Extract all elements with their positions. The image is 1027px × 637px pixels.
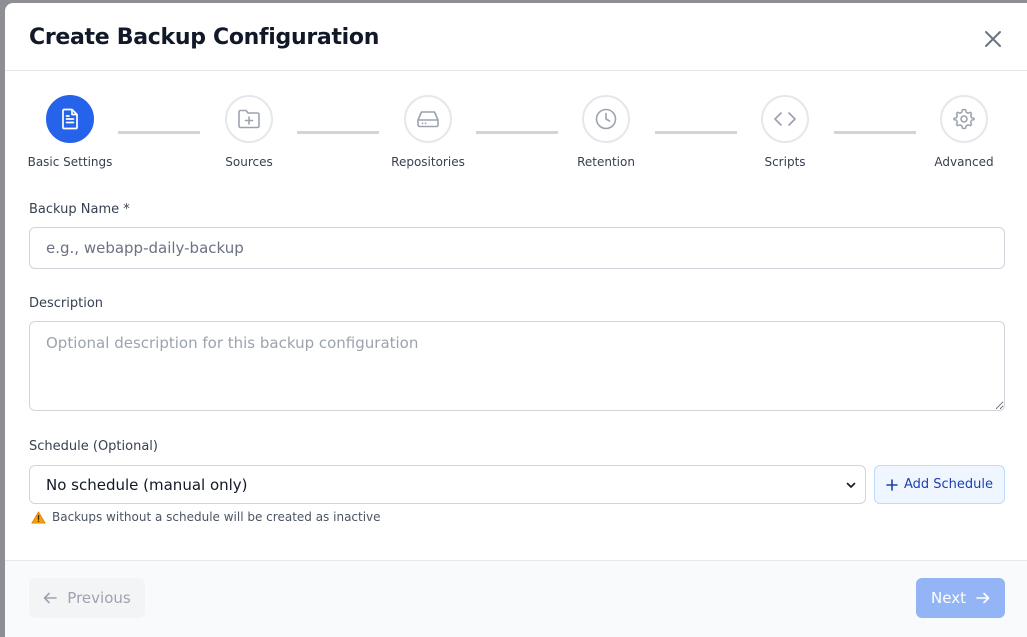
step-indicator: Basic Settings Sources Repositories Rete… — [5, 95, 1027, 175]
step-connector — [655, 131, 737, 134]
next-label: Next — [931, 589, 966, 607]
schedule-warning-text: Backups without a schedule will be creat… — [52, 510, 381, 524]
step-advanced[interactable] — [940, 95, 988, 143]
chevron-down-icon — [846, 482, 856, 488]
schedule-warning: Backups without a schedule will be creat… — [31, 510, 381, 524]
step-label-basic-settings: Basic Settings — [27, 155, 113, 169]
plus-icon — [886, 478, 898, 491]
step-connector — [834, 131, 916, 134]
add-schedule-label: Add Schedule — [903, 477, 994, 492]
warning-icon — [31, 511, 46, 523]
step-connector — [476, 131, 558, 134]
close-icon — [985, 31, 1001, 47]
previous-label: Previous — [67, 589, 131, 607]
step-label-retention: Retention — [577, 155, 635, 169]
arrow-right-icon — [976, 592, 990, 604]
step-connector — [118, 131, 200, 134]
step-label-sources: Sources — [225, 155, 273, 169]
dialog-footer: Previous Next — [5, 560, 1027, 637]
code-icon — [774, 112, 796, 126]
step-label-scripts: Scripts — [764, 155, 806, 169]
backup-name-input[interactable] — [29, 227, 1005, 269]
schedule-selected-value: No schedule (manual only) — [46, 475, 248, 494]
backup-name-label: Backup Name * — [29, 202, 130, 217]
add-schedule-button[interactable]: Add Schedule — [874, 465, 1005, 504]
step-basic-settings[interactable] — [46, 95, 94, 143]
create-backup-dialog: Create Backup Configuration Basic Settin… — [5, 3, 1027, 637]
dialog-title: Create Backup Configuration — [29, 25, 380, 50]
step-label-repositories: Repositories — [391, 155, 465, 169]
step-retention[interactable] — [582, 95, 630, 143]
step-repositories[interactable] — [404, 95, 452, 143]
schedule-select[interactable]: No schedule (manual only) — [29, 465, 866, 504]
gear-icon — [953, 108, 975, 130]
clock-icon — [595, 108, 617, 130]
folder-plus-icon — [238, 109, 260, 129]
next-button[interactable]: Next — [916, 578, 1005, 618]
previous-button[interactable]: Previous — [29, 578, 145, 618]
document-icon — [62, 108, 78, 130]
schedule-label: Schedule (Optional) — [29, 439, 158, 454]
close-button[interactable] — [981, 27, 1005, 51]
step-label-advanced: Advanced — [934, 155, 994, 169]
step-sources[interactable] — [225, 95, 273, 143]
arrow-left-icon — [43, 592, 58, 604]
step-connector — [297, 131, 379, 134]
description-textarea[interactable] — [29, 321, 1005, 411]
step-scripts[interactable] — [761, 95, 809, 143]
hard-drive-icon — [417, 111, 439, 128]
dialog-header: Create Backup Configuration — [5, 3, 1027, 71]
description-label: Description — [29, 296, 104, 311]
